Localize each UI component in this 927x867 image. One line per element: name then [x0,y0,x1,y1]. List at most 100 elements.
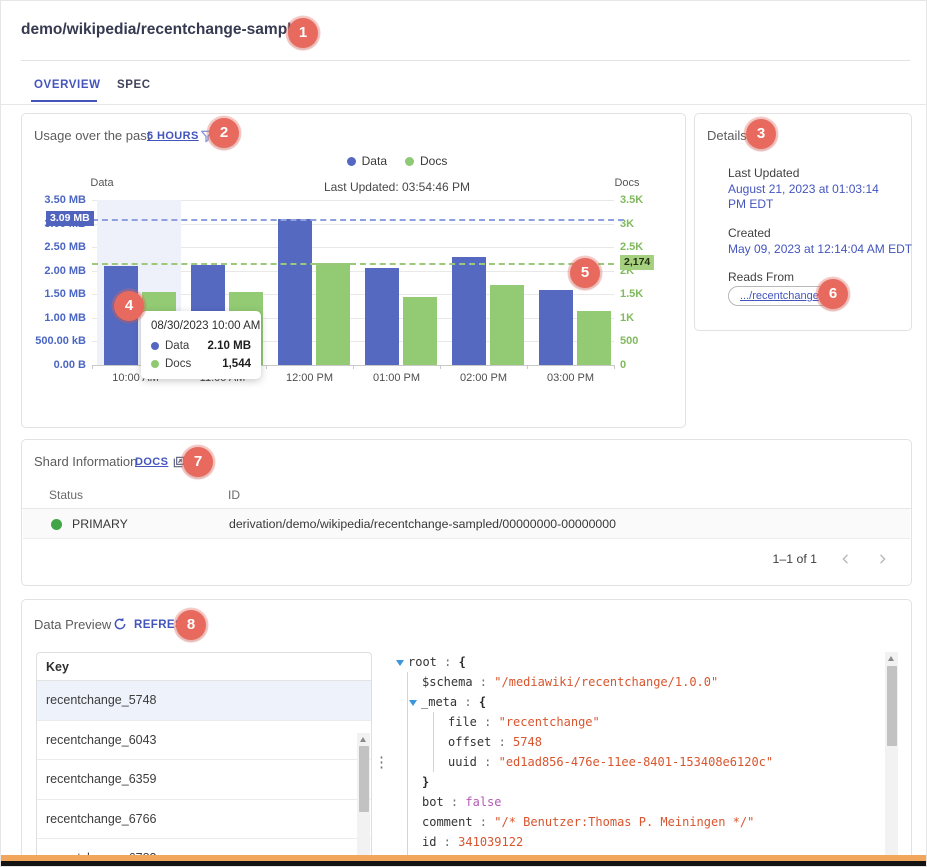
legend-item-docs[interactable]: Docs [405,154,447,168]
refresh-icon[interactable] [112,616,128,632]
left-axis-tick: 2.00 MB [22,264,86,278]
pane-resize-handle[interactable]: ⋮ [374,760,388,766]
tooltip-row-docs: Docs 1,544 [151,358,251,370]
tabs-divider [1,104,926,105]
indent-guide [407,832,422,852]
callout-3: 3 [746,119,776,149]
left-axis-tick: 1.50 MB [22,287,86,301]
x-axis-label: 03:00 PM [527,372,614,384]
tab-overview[interactable]: OVERVIEW [34,79,101,91]
indent-guide [407,672,422,692]
json-line: comment : "/* Benutzer:Thomas P. Meining… [396,812,878,832]
docs-series-dot [405,157,414,166]
json-value: 5748 [513,735,542,749]
json-key: _meta [421,695,457,709]
x-axis-tick [92,365,93,369]
indent-guide [407,732,422,752]
data-series-dot [347,157,356,166]
bar-docs-12:00 PM[interactable] [316,263,350,365]
json-line: $schema : "/mediawiki/recentchange/1.0.0… [396,672,878,692]
tooltip-title: 08/30/2023 10:00 AM [151,320,251,332]
scrollbar-thumb[interactable] [887,666,897,746]
list-item[interactable]: recentchange_5748 [37,681,371,721]
bar-data-01:00 PM[interactable] [365,268,399,365]
indent-guide [433,752,448,772]
primary-status-dot [51,519,62,530]
json-line: file : "recentchange" [396,712,878,732]
reads-from-label: Reads From [728,270,794,284]
json-value: "/mediawiki/recentchange/1.0.0" [494,675,718,689]
callout-2: 2 [209,118,239,148]
key-column-header: Key [37,653,371,681]
x-axis-tick [440,365,441,369]
indent-guide [407,752,422,772]
bar-data-03:00 PM[interactable] [539,290,573,365]
scroll-up-icon[interactable] [360,737,366,742]
bar-docs-02:00 PM[interactable] [490,285,524,365]
legend-item-data[interactable]: Data [347,154,387,168]
json-value: { [459,655,466,669]
indent-guide [433,712,448,732]
details-card: Details Last Updated August 21, 2023 at … [694,113,912,331]
docs-max-dashed-line [92,263,614,265]
x-axis-label: 12:00 PM [266,372,353,384]
x-axis-tick [614,365,615,369]
x-axis-label: 01:00 PM [353,372,440,384]
right-axis-tick: 2.5K [620,240,680,254]
bar-data-02:00 PM[interactable] [452,257,486,365]
callout-6: 6 [818,279,848,309]
json-line: } [396,772,878,792]
indent-guide [433,732,448,752]
shard-id: derivation/demo/wikipedia/recentchange-s… [229,517,616,531]
last-updated-value: August 21, 2023 at 01:03:14 PM EDT [728,182,900,212]
json-key: comment [422,815,473,829]
table-row[interactable]: PRIMARY derivation/demo/wikipedia/recent… [23,509,910,539]
docs-series-dot [151,360,159,368]
callout-7: 7 [183,447,213,477]
key-list-scrollbar[interactable] [357,733,370,867]
json-line: bot : false [396,792,878,812]
scrollbar-thumb[interactable] [359,746,369,812]
left-axis-tick: 3.50 MB [22,193,86,207]
data-max-dashed-line [92,219,624,221]
indent-guide [407,772,422,792]
app-window: demo/wikipedia/recentchange-sampled OVER… [0,0,927,867]
x-axis-label: 02:00 PM [440,372,527,384]
chart-tooltip: 08/30/2023 10:00 AM Data 2.10 MB Docs 1,… [141,311,261,379]
left-axis-tick: 2.50 MB [22,240,86,254]
list-item[interactable]: recentchange_6766 [37,800,371,840]
right-axis-tick: 3.5K [620,193,680,207]
json-value: 341039122 [458,835,523,849]
json-key: $schema [422,675,473,689]
json-line: id : 341039122 [396,832,878,852]
json-key: uuid [448,755,477,769]
bar-data-12:00 PM[interactable] [278,219,312,365]
details-title: Details [707,128,747,143]
x-axis-tick [266,365,267,369]
chart-last-updated: Last Updated: 03:54:46 PM [272,180,522,194]
created-value: May 09, 2023 at 12:14:04 AM EDT [728,242,908,257]
list-item[interactable]: recentchange_6043 [37,721,371,761]
bar-docs-01:00 PM[interactable] [403,297,437,365]
bar-docs-03:00 PM[interactable] [577,311,611,365]
tab-spec[interactable]: SPEC [117,79,151,91]
next-page-button[interactable] [875,552,889,566]
key-list-pane: Key recentchange_5748recentchange_6043re… [36,652,372,867]
previous-page-button[interactable] [839,552,853,566]
indent-guide [407,792,422,812]
list-item[interactable]: recentchange_6359 [37,760,371,800]
left-axis-title: Data [79,177,125,189]
left-axis-tick: 0.00 B [22,358,86,372]
bottom-black-bar [1,861,926,866]
json-viewer-pane: root : {$schema : "/mediawiki/recentchan… [392,648,898,866]
pagination: 1–1 of 1 [773,539,889,579]
reads-from-chip[interactable]: .../recentchange [728,286,831,306]
json-scrollbar[interactable] [885,652,898,866]
docs-max-badge: 2,174 [620,255,654,270]
right-axis-tick: 0 [620,358,680,372]
created-label: Created [728,226,771,240]
shard-docs-link[interactable]: DOCS [135,456,168,468]
indent-guide [407,812,422,832]
scroll-up-icon[interactable] [888,656,894,661]
x-axis-tick [353,365,354,369]
